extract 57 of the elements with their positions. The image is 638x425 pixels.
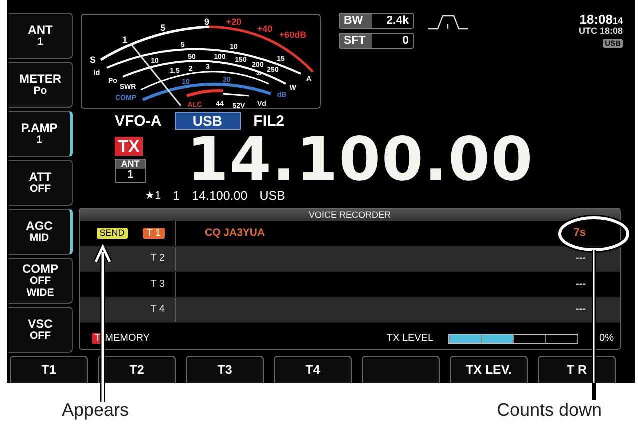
softkey[interactable]: T2: [98, 356, 176, 383]
memo-label: ★1: [145, 189, 162, 203]
meter-scale-label: 1: [122, 35, 128, 45]
softkey[interactable]: T4: [274, 356, 352, 383]
side-softkey[interactable]: ATT OFF: [9, 160, 73, 206]
clock-time: 18:08: [580, 12, 613, 27]
antenna-label: ANT: [116, 160, 145, 169]
bandwidth-value: 2.4k: [386, 14, 410, 28]
send-badge: SEND: [96, 228, 128, 239]
time-remaining: 7s: [574, 227, 586, 240]
side-softkey[interactable]: METER Po: [9, 62, 73, 108]
tx-level-reading: 0%: [600, 333, 614, 344]
tx-badge: TX: [115, 137, 143, 156]
filter-shape-icon: [428, 14, 468, 30]
frequency-readout: 14.100.00: [187, 130, 534, 190]
meter-scale-label: 5: [160, 23, 166, 33]
bandwidth-label: BW: [340, 14, 372, 28]
side-softkey[interactable]: COMP OFF WIDE: [9, 258, 73, 304]
side-softkey[interactable]: P.AMP 1: [9, 111, 73, 157]
utc-label: UTC: [578, 26, 598, 36]
time-remaining: ---: [576, 278, 586, 290]
meter-scale-label: +20: [226, 17, 242, 27]
filter-label: FIL2: [254, 112, 285, 130]
panel-title: VOICE RECORDER: [80, 209, 620, 221]
mode-badge: USB: [174, 112, 241, 130]
track-label: T 1: [142, 228, 165, 239]
softkey[interactable]: T R: [538, 356, 616, 383]
softkey[interactable]: T1: [10, 356, 88, 383]
softkey[interactable]: TX LEV.: [450, 356, 528, 383]
clock-seconds: 14: [612, 16, 623, 26]
memo-mode: USB: [260, 189, 286, 203]
callout-label: Counts down: [497, 400, 602, 421]
shift-label: SFT: [340, 34, 372, 48]
side-softkey[interactable]: AGC MID: [9, 209, 73, 255]
callout-label: Appears: [62, 400, 130, 421]
shift-value: 0: [402, 34, 410, 48]
side-softkey[interactable]: VSC OFF: [9, 307, 73, 353]
time-remaining: ---: [576, 253, 586, 264]
antenna-number: 1: [127, 169, 134, 182]
track-label: T 4: [150, 304, 165, 316]
vfo-label: VFO-A: [115, 112, 162, 130]
track-label: T 3: [150, 278, 165, 290]
blank-softkey[interactable]: [362, 356, 440, 383]
memory-label: MEMORY: [105, 333, 150, 344]
utc-time: 18:08: [600, 26, 623, 36]
message-text: CQ JA3YUA: [205, 227, 266, 240]
memo-frequency: 14.100.00: [192, 189, 248, 203]
tx-level-label: TX LEVEL: [386, 333, 434, 344]
softkey[interactable]: T3: [186, 356, 264, 383]
memo-channel: 1: [173, 189, 180, 203]
track-label: T 2: [150, 253, 165, 264]
meter-scale-label: +60dB: [279, 30, 307, 40]
meter-scale-label: S: [90, 55, 96, 65]
time-remaining: ---: [576, 304, 586, 316]
meter-scale-label: 9: [204, 17, 210, 27]
side-softkey[interactable]: ANT 1: [9, 13, 73, 59]
meter-scale-label: +40: [257, 24, 273, 34]
